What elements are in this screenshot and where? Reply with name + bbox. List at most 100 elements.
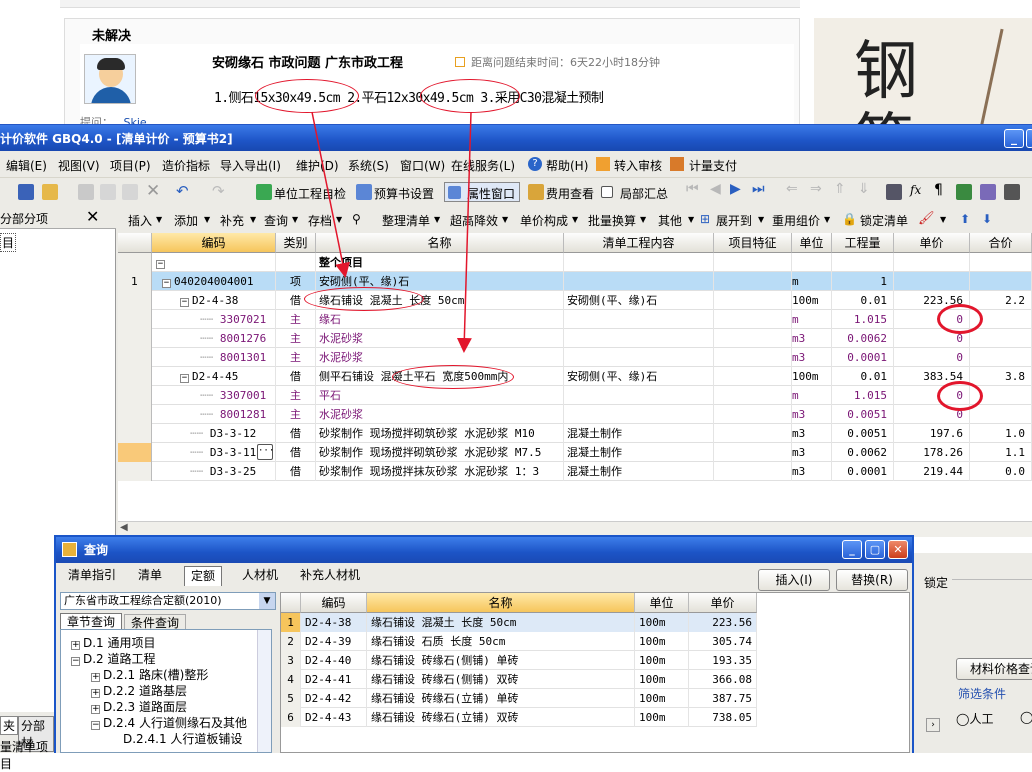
row-number[interactable]: 5 [281, 689, 301, 708]
unit-price-menu[interactable]: 单价构成 [520, 212, 568, 229]
cell-feature[interactable] [714, 386, 792, 405]
cell-feature[interactable] [714, 310, 792, 329]
cell-code[interactable]: − D2-4-38 [152, 291, 276, 310]
cell-unit[interactable]: m3 [792, 443, 832, 462]
cell-type[interactable]: 借 [276, 443, 316, 462]
table-row[interactable]: ┄┄ D3-3-25 借砂浆制作 现场搅拌抹灰砂浆 水泥砂浆 1：3 混凝土制作 m3… [118, 462, 1032, 481]
cell-qty[interactable]: 1.015 [832, 310, 894, 329]
cell-type[interactable]: 借 [276, 462, 316, 481]
cell-qty[interactable]: 0.0051 [832, 424, 894, 443]
cell-qty[interactable]: 1.015 [832, 386, 894, 405]
header-type[interactable]: 类别 [276, 233, 316, 253]
cell-unit[interactable]: m [792, 310, 832, 329]
table-row[interactable]: 1 D2-4-38 缘石铺设 混凝土 长度 50cm 100m 223.56 [281, 613, 757, 632]
last-record-icon[interactable]: ⏭ [752, 181, 765, 197]
cell-price[interactable]: 366.08 [689, 670, 757, 689]
cell-total[interactable] [970, 405, 1032, 424]
cell-name[interactable]: 水泥砂浆 [316, 348, 564, 367]
dialog-maximize-button[interactable]: ▢ [865, 540, 885, 559]
paste-icon[interactable] [122, 184, 138, 200]
cell-name[interactable]: 砂浆制作 现场搅拌抹灰砂浆 水泥砂浆 1：3 [316, 462, 564, 481]
cell-code[interactable]: −040204004001 [152, 272, 276, 291]
header-qty[interactable]: 工程量 [832, 233, 894, 253]
avatar[interactable] [84, 54, 136, 104]
dialog-close-button[interactable]: ✕ [888, 540, 908, 559]
copy-icon[interactable] [100, 184, 116, 200]
cell-name[interactable]: 缘石铺设 砖缘石(立铺) 双砖 [367, 708, 635, 727]
row-number[interactable] [118, 386, 152, 405]
cell-name[interactable]: 砂浆制作 现场搅拌砌筑砂浆 水泥砂浆 M7.5 [316, 443, 564, 462]
cell-unit[interactable]: m3 [792, 462, 832, 481]
other-menu[interactable]: 其他 [658, 212, 682, 229]
cell-content[interactable]: 混凝土制作 [564, 462, 714, 481]
quota-library-select[interactable]: 广东省市政工程综合定额(2010) ▼ [60, 592, 276, 610]
menu-edit[interactable]: 编辑(E) [6, 157, 47, 174]
menu-transfer-review[interactable]: 转入审核 [614, 157, 662, 174]
cell-code[interactable]: − D2-4-45 [152, 367, 276, 386]
cell-unit[interactable]: 100m [635, 670, 689, 689]
tab-quota[interactable]: 定额 [184, 566, 223, 586]
tree-node[interactable]: − D.2.4 人行道侧缘石及其他 [91, 714, 247, 731]
cell-code[interactable]: D2-4-39 [301, 632, 367, 651]
cell-price[interactable] [894, 272, 970, 291]
cut-icon[interactable] [78, 184, 94, 200]
left-pane-item[interactable]: 目 [0, 233, 17, 252]
cell-price[interactable]: 223.56 [689, 613, 757, 632]
cell-unit[interactable] [792, 253, 832, 272]
save-icon[interactable] [18, 184, 34, 200]
cell-name[interactable]: 缘石铺设 砖缘石(立铺) 单砖 [367, 689, 635, 708]
cell-code[interactable]: D2-4-38 [301, 613, 367, 632]
reuse-pricing-menu[interactable]: 重用组价 [772, 212, 820, 229]
header-code[interactable]: 编码 [152, 233, 276, 253]
cell-price[interactable]: 0 [894, 348, 970, 367]
cell-content[interactable] [564, 310, 714, 329]
maximize-button[interactable] [1026, 129, 1032, 148]
dialog-replace-button[interactable]: 替换(R) [836, 569, 908, 591]
cell-code[interactable]: − [152, 253, 276, 272]
cell-name[interactable]: 平石 [316, 386, 564, 405]
cell-name[interactable]: 砂浆制作 现场搅拌砌筑砂浆 水泥砂浆 M10 [316, 424, 564, 443]
down-arrow-icon[interactable]: ⬇ [982, 212, 992, 226]
cell-price[interactable]: 219.44 [894, 462, 970, 481]
menu-system[interactable]: 系统(S) [348, 157, 389, 174]
cell-total[interactable]: 0.0 [970, 462, 1032, 481]
tab-bill-guide[interactable]: 清单指引 [62, 566, 122, 586]
table-row[interactable]: 5 D2-4-42 缘石铺设 砖缘石(立铺) 单砖 100m 387.75 [281, 689, 757, 708]
row-number[interactable] [118, 291, 152, 310]
table-row[interactable]: 4 D2-4-41 缘石铺设 砖缘石(侧铺) 双砖 100m 366.08 [281, 670, 757, 689]
cell-unit[interactable]: m [792, 272, 832, 291]
row-number[interactable]: 1 [118, 272, 152, 291]
archive-menu[interactable]: 存档 [308, 212, 332, 229]
labor-radio[interactable]: ◯人工 [956, 710, 993, 727]
cell-content[interactable] [564, 348, 714, 367]
cell-total[interactable] [970, 329, 1032, 348]
table-row[interactable]: 2 D2-4-39 缘石铺设 石质 长度 50cm 100m 305.74 [281, 632, 757, 651]
table-row[interactable]: 1−040204004001 项安砌侧(平、缘)石 m 1 [118, 272, 1032, 291]
cell-type[interactable]: 主 [276, 405, 316, 424]
budget-settings-button[interactable]: 预算书设置 [374, 185, 434, 202]
next-record-icon[interactable]: ▶ [730, 181, 741, 197]
organize-list-menu[interactable]: 整理清单 [382, 212, 430, 229]
query-menu[interactable]: 查询 [264, 212, 288, 229]
redo-icon[interactable]: ↷ [212, 182, 225, 200]
menu-project[interactable]: 项目(P) [110, 157, 151, 174]
cell-price[interactable]: 178.26 [894, 443, 970, 462]
cell-code[interactable]: ┄┄ 3307021 [152, 310, 276, 329]
cell-feature[interactable] [714, 272, 792, 291]
cell-content[interactable] [564, 329, 714, 348]
row-number[interactable]: 3 [281, 651, 301, 670]
paint-icon[interactable]: 🖌 [918, 211, 935, 226]
header-price[interactable]: 单价 [894, 233, 970, 253]
cell-code[interactable]: D2-4-42 [301, 689, 367, 708]
tree-node[interactable]: + D.2.3 道路面层 [91, 698, 187, 715]
row-number[interactable] [118, 310, 152, 329]
cell-price[interactable]: 193.35 [689, 651, 757, 670]
cell-code[interactable]: ┄┄ D3-3-12 [152, 424, 276, 443]
cell-feature[interactable] [714, 291, 792, 310]
tree-node[interactable]: D.2.4.1 人行道板铺设 [123, 730, 242, 747]
menu-cost-index[interactable]: 造价指标 [162, 157, 210, 174]
cell-name[interactable]: 整个项目 [316, 253, 564, 272]
cell-price[interactable] [894, 253, 970, 272]
table-row[interactable]: − D2-4-38 借缘石铺设 混凝土 长度 50cm 安砌侧(平、缘)石 100m 0.… [118, 291, 1032, 310]
delete-icon[interactable]: ✕ [146, 181, 160, 201]
